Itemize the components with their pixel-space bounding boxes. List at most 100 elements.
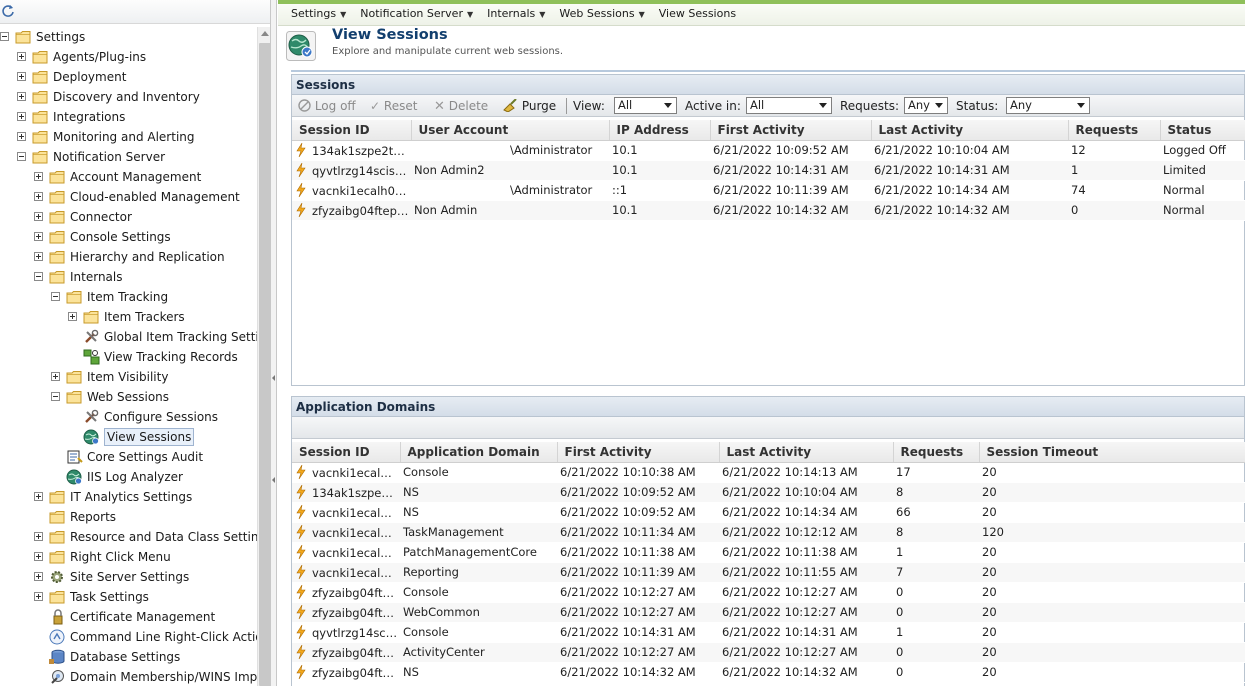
tree-item-internals[interactable]: Internals: [0, 267, 256, 287]
requests-filter-select[interactable]: Any: [904, 97, 948, 114]
column-header-last-activity[interactable]: Last Activity: [719, 442, 894, 463]
expand-plus-icon[interactable]: [68, 312, 77, 321]
application-domain-row[interactable]: vacnki1ecal… PatchManagementCore 6/21/2022…: [292, 542, 1245, 563]
refresh-icon[interactable]: [1, 4, 15, 18]
expand-plus-icon[interactable]: [34, 252, 43, 261]
breadcrumb-item-web-sessions[interactable]: Web Sessions ▼: [559, 4, 644, 25]
breadcrumb-item-internals[interactable]: Internals ▼: [487, 4, 545, 25]
tree-item-account-management[interactable]: Account Management: [0, 167, 256, 187]
scrollbar-thumb[interactable]: [259, 43, 270, 686]
expand-plus-icon[interactable]: [17, 52, 26, 61]
tree-item-resource-and-data-class-settings[interactable]: Resource and Data Class Settings: [0, 527, 270, 547]
expand-plus-icon[interactable]: [34, 572, 43, 581]
application-domain-row[interactable]: zfyzaibg04ft… ActivityCenter 6/21/2022 10:…: [292, 642, 1245, 663]
expand-plus-icon[interactable]: [51, 372, 60, 381]
column-header-last-activity[interactable]: Last Activity: [871, 120, 1069, 141]
column-header-status[interactable]: Status: [1160, 120, 1245, 141]
tree-item-cloud-enabled-management[interactable]: Cloud-enabled Management: [0, 187, 256, 207]
tree-item-right-click-menu[interactable]: Right Click Menu: [0, 547, 256, 567]
column-header-ip-address[interactable]: IP Address: [609, 120, 711, 141]
scroll-up-icon[interactable]: [261, 31, 269, 36]
collapse-minus-icon[interactable]: [0, 32, 9, 41]
dropdown-caret-icon[interactable]: ▼: [639, 10, 645, 19]
tree-item-it-analytics-settings[interactable]: IT Analytics Settings: [0, 487, 256, 507]
tree-item-global-item-tracking-settin[interactable]: Global Item Tracking Settin: [0, 327, 266, 347]
expand-plus-icon[interactable]: [34, 532, 43, 541]
status-filter-select[interactable]: Any: [1006, 97, 1090, 114]
tree-item-core-settings-audit[interactable]: Core Settings Audit: [0, 447, 256, 467]
tree-item-monitoring-and-alerting[interactable]: Monitoring and Alerting: [0, 127, 256, 147]
column-header-requests[interactable]: Requests: [1068, 120, 1161, 141]
expand-plus-icon[interactable]: [34, 552, 43, 561]
tree-scrollbar[interactable]: [257, 27, 270, 686]
expand-plus-icon[interactable]: [17, 112, 26, 121]
application-domain-row[interactable]: vacnki1ecal… Console 6/21/2022 10:10:38 AM…: [292, 462, 1245, 483]
column-header-application-domain[interactable]: Application Domain: [400, 442, 558, 463]
tree-item-deployment[interactable]: Deployment: [0, 67, 256, 87]
tree-item-connector[interactable]: Connector: [0, 207, 256, 227]
reset-button[interactable]: ✓ Reset: [370, 95, 417, 117]
session-row[interactable]: qyvtlrzg14scis… Non Admin2 10.1 6/21/2022 1…: [292, 160, 1245, 181]
dropdown-caret-icon[interactable]: ▼: [539, 10, 545, 19]
tree-item-view-tracking-records[interactable]: View Tracking Records: [0, 347, 256, 367]
session-row[interactable]: zfyzaibg04ftep… Non Admin 10.1 6/21/2022 10…: [292, 200, 1245, 221]
tree-item-site-server-settings[interactable]: Site Server Settings: [0, 567, 256, 587]
tree-item-hierarchy-and-replication[interactable]: Hierarchy and Replication: [0, 247, 256, 267]
application-domain-row[interactable]: vacnki1ecal… NS 6/21/2022 10:09:52 AM 6/21/…: [292, 502, 1245, 523]
application-domain-row[interactable]: zfyzaibg04ft… Console 6/21/2022 10:12:27 A…: [292, 582, 1245, 603]
application-domain-row[interactable]: qyvtlrzg14sc… Console 6/21/2022 10:14:31 A…: [292, 622, 1245, 643]
collapse-minus-icon[interactable]: [51, 292, 60, 301]
tree-item-notification-server[interactable]: Notification Server: [0, 147, 256, 167]
column-header-session-id[interactable]: Session ID: [292, 120, 412, 141]
breadcrumb-item-notification-server[interactable]: Notification Server ▼: [360, 4, 473, 25]
expand-plus-icon[interactable]: [34, 592, 43, 601]
expand-plus-icon[interactable]: [34, 232, 43, 241]
application-domain-row[interactable]: vacnki1ecal… TaskManagement 6/21/2022 10:1…: [292, 522, 1245, 543]
expand-plus-icon[interactable]: [34, 492, 43, 501]
expand-plus-icon[interactable]: [34, 192, 43, 201]
expand-plus-icon[interactable]: [34, 172, 43, 181]
expand-plus-icon[interactable]: [17, 132, 26, 141]
tree-item-settings[interactable]: Settings: [0, 27, 256, 47]
delete-button[interactable]: ✕ Delete: [434, 95, 488, 117]
application-domain-row[interactable]: 134ak1szpe… NS 6/21/2022 10:09:52 AM 6/21/2…: [292, 482, 1245, 503]
tree-item-configure-sessions[interactable]: Configure Sessions: [0, 407, 256, 427]
column-header-first-activity[interactable]: First Activity: [557, 442, 720, 463]
collapse-minus-icon[interactable]: [17, 152, 26, 161]
tree-item-database-settings[interactable]: Database Settings: [0, 647, 256, 667]
column-header-user-account[interactable]: User Account: [411, 120, 610, 141]
tree-item-item-visibility[interactable]: Item Visibility: [0, 367, 256, 387]
tree-item-discovery-and-inventory[interactable]: Discovery and Inventory: [0, 87, 256, 107]
tree-item-item-tracking[interactable]: Item Tracking: [0, 287, 256, 307]
tree-item-certificate-management[interactable]: Certificate Management: [0, 607, 256, 627]
tree-item-iis-log-analyzer[interactable]: IIS Log Analyzer: [0, 467, 256, 487]
tree-item-web-sessions[interactable]: Web Sessions: [0, 387, 256, 407]
collapse-minus-icon[interactable]: [34, 272, 43, 281]
dropdown-caret-icon[interactable]: ▼: [467, 10, 473, 19]
tree-item-item-trackers[interactable]: Item Trackers: [0, 307, 256, 327]
tree-item-reports[interactable]: Reports: [0, 507, 256, 527]
expand-plus-icon[interactable]: [34, 212, 43, 221]
tree-item-agents-plug-ins[interactable]: Agents/Plug-ins: [0, 47, 256, 67]
column-header-first-activity[interactable]: First Activity: [710, 120, 872, 141]
column-header-session-timeout[interactable]: Session Timeout: [979, 442, 1245, 463]
tree-item-domain-membership-wins-impo[interactable]: Domain Membership/WINS Impo: [0, 667, 265, 686]
collapse-minus-icon[interactable]: [51, 392, 60, 401]
tree-item-integrations[interactable]: Integrations: [0, 107, 256, 127]
pane-splitter[interactable]: [271, 0, 277, 686]
log-off-button[interactable]: Log off: [298, 95, 356, 117]
tree-item-task-settings[interactable]: Task Settings: [0, 587, 256, 607]
active-in-filter-select[interactable]: All: [746, 97, 832, 114]
application-domain-row[interactable]: zfyzaibg04ft… NS 6/21/2022 10:14:32 AM 6/21…: [292, 662, 1245, 683]
session-row[interactable]: vacnki1ecalh0… \Administrator::1 6/21/2022…: [292, 180, 1245, 201]
breadcrumb-item-view-sessions[interactable]: View Sessions: [659, 4, 736, 24]
application-domain-row[interactable]: zfyzaibg04ft… WebCommon 6/21/2022 10:12:27…: [292, 602, 1245, 623]
tree-item-console-settings[interactable]: Console Settings: [0, 227, 256, 247]
application-domain-row[interactable]: vacnki1ecal… Reporting 6/21/2022 10:11:39 …: [292, 562, 1245, 583]
dropdown-caret-icon[interactable]: ▼: [340, 10, 346, 19]
purge-button[interactable]: Purge: [502, 95, 556, 117]
expand-plus-icon[interactable]: [17, 92, 26, 101]
breadcrumb-item-settings[interactable]: Settings ▼: [291, 4, 346, 25]
view-filter-select[interactable]: All: [614, 97, 677, 114]
column-header-requests[interactable]: Requests: [893, 442, 980, 463]
